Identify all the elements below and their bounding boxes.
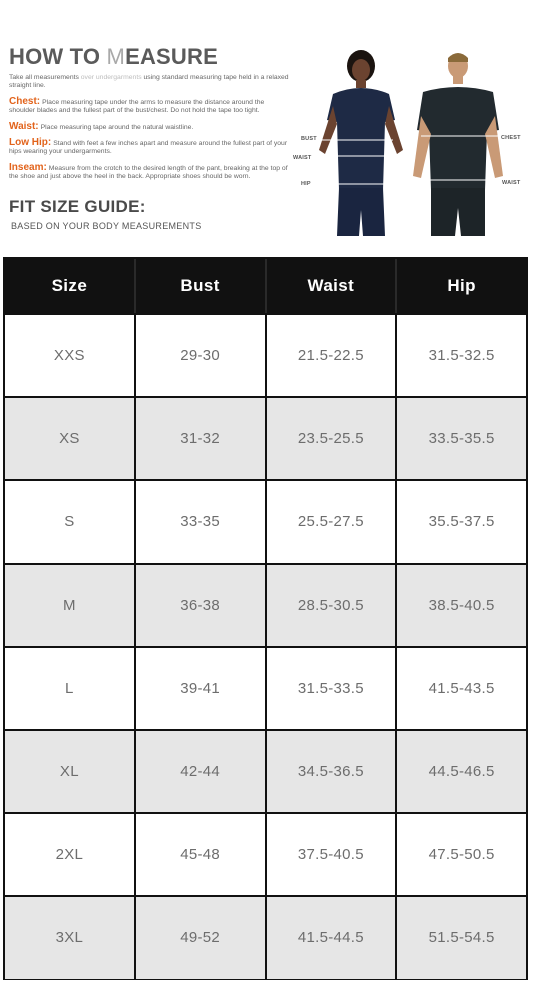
cell-hip: 51.5-54.5 <box>397 897 526 979</box>
female-model-figure <box>319 50 403 236</box>
measure-guide: HOW TO MEASURE Take all measurements ove… <box>0 0 548 250</box>
table-row: M 36-38 28.5-30.5 38.5-40.5 <box>5 564 526 646</box>
table-row: S 33-35 25.5-27.5 35.5-37.5 <box>5 481 526 563</box>
table-row: XL 42-44 34.5-36.5 44.5-46.5 <box>5 730 526 813</box>
table-row: XXS 29-30 21.5-22.5 31.5-32.5 <box>5 315 526 397</box>
table-row: L 39-41 31.5-33.5 41.5-43.5 <box>5 647 526 729</box>
measure-term: Low Hip: <box>9 137 52 148</box>
cell-bust: 33-35 <box>135 481 265 563</box>
measure-inseam: Inseam: Measure from the crotch to the de… <box>9 162 292 181</box>
intro-text: Take all measurements <box>9 74 81 81</box>
cell-bust: 29-30 <box>135 315 265 397</box>
guide-intro: Take all measurements over undergarments… <box>9 74 292 90</box>
cell-size: L <box>5 647 134 729</box>
measure-term: Chest: <box>9 96 41 107</box>
cell-size: S <box>5 481 134 563</box>
cell-waist: 23.5-25.5 <box>266 398 396 480</box>
cell-waist: 28.5-30.5 <box>266 564 396 646</box>
measure-chest: Chest: Place measuring tape under the arm… <box>9 96 292 115</box>
fit-size-title: FIT SIZE GUIDE: <box>9 197 146 216</box>
cell-size: XL <box>5 730 134 813</box>
cell-waist: 41.5-44.5 <box>266 897 396 979</box>
cell-bust: 49-52 <box>135 897 265 979</box>
guide-title-part: HOW TO <box>9 44 107 69</box>
table-header: Size Bust Waist Hip <box>5 259 526 313</box>
cell-size: XXS <box>5 315 134 397</box>
cell-bust: 39-41 <box>135 647 265 729</box>
cell-bust: 42-44 <box>135 730 265 813</box>
measure-text: Measure from the crotch to the desired l… <box>9 165 288 180</box>
cell-waist: 31.5-33.5 <box>266 647 396 729</box>
cell-size: XS <box>5 398 134 480</box>
waist-label-right: WAIST <box>502 180 521 186</box>
models-figure <box>315 50 503 236</box>
chest-label: CHEST <box>501 135 521 141</box>
measure-term: Inseam: <box>9 162 47 173</box>
models-illustration: BUST WAIST HIP CHEST WAIST <box>293 50 525 236</box>
guide-title: HOW TO MEASURE <box>9 44 218 70</box>
cell-waist: 21.5-22.5 <box>266 315 396 397</box>
measure-waist: Waist: Place measuring tape around the na… <box>9 121 292 132</box>
cell-hip: 38.5-40.5 <box>397 564 526 646</box>
guide-title-part: M <box>106 44 126 69</box>
header-hip: Hip <box>395 259 526 313</box>
header-size: Size <box>51 276 88 295</box>
table-row: 3XL 49-52 41.5-44.5 51.5-54.5 <box>5 897 526 979</box>
cell-hip: 31.5-32.5 <box>397 315 526 397</box>
measure-term: Waist: <box>9 121 39 132</box>
measure-text: Place measuring tape under the arms to m… <box>9 99 265 114</box>
cell-hip: 35.5-37.5 <box>397 481 526 563</box>
table-body: XXS 29-30 21.5-22.5 31.5-32.5 XS 31-32 2… <box>5 315 526 979</box>
cell-hip: 41.5-43.5 <box>397 647 526 729</box>
cell-bust: 31-32 <box>135 398 265 480</box>
intro-text: over undergarments <box>80 74 142 81</box>
cell-hip: 44.5-46.5 <box>397 730 526 813</box>
size-chart-table: Size Bust Waist Hip XXS 29-30 21.5-22.5 … <box>3 257 528 980</box>
measure-text: Place measuring tape around the natural … <box>40 124 194 131</box>
guide-title-part: EASURE <box>125 44 218 69</box>
header-waist: Waist <box>264 259 396 313</box>
hip-label: HIP <box>301 181 311 187</box>
cell-hip: 47.5-50.5 <box>397 814 526 896</box>
table-row: 2XL 45-48 37.5-40.5 47.5-50.5 <box>5 814 526 896</box>
cell-hip: 33.5-35.5 <box>397 398 526 480</box>
cell-waist: 25.5-27.5 <box>266 481 396 563</box>
measure-low-hip: Low Hip: Stand with feet a few inches apa… <box>9 137 292 156</box>
fit-size-subtitle: BASED ON YOUR BODY MEASUREMENTS <box>11 221 202 231</box>
male-model-figure <box>413 53 503 236</box>
bust-label: BUST <box>301 136 317 142</box>
waist-label-left: WAIST <box>293 155 312 161</box>
table-row: XS 31-32 23.5-25.5 33.5-35.5 <box>5 398 526 480</box>
cell-bust: 45-48 <box>135 814 265 896</box>
cell-waist: 37.5-40.5 <box>266 814 396 896</box>
cell-size: M <box>5 564 134 646</box>
cell-size: 2XL <box>5 814 134 896</box>
cell-bust: 36-38 <box>135 564 265 646</box>
cell-size: 3XL <box>5 897 134 979</box>
cell-waist: 34.5-36.5 <box>266 730 396 813</box>
header-bust: Bust <box>133 259 265 313</box>
